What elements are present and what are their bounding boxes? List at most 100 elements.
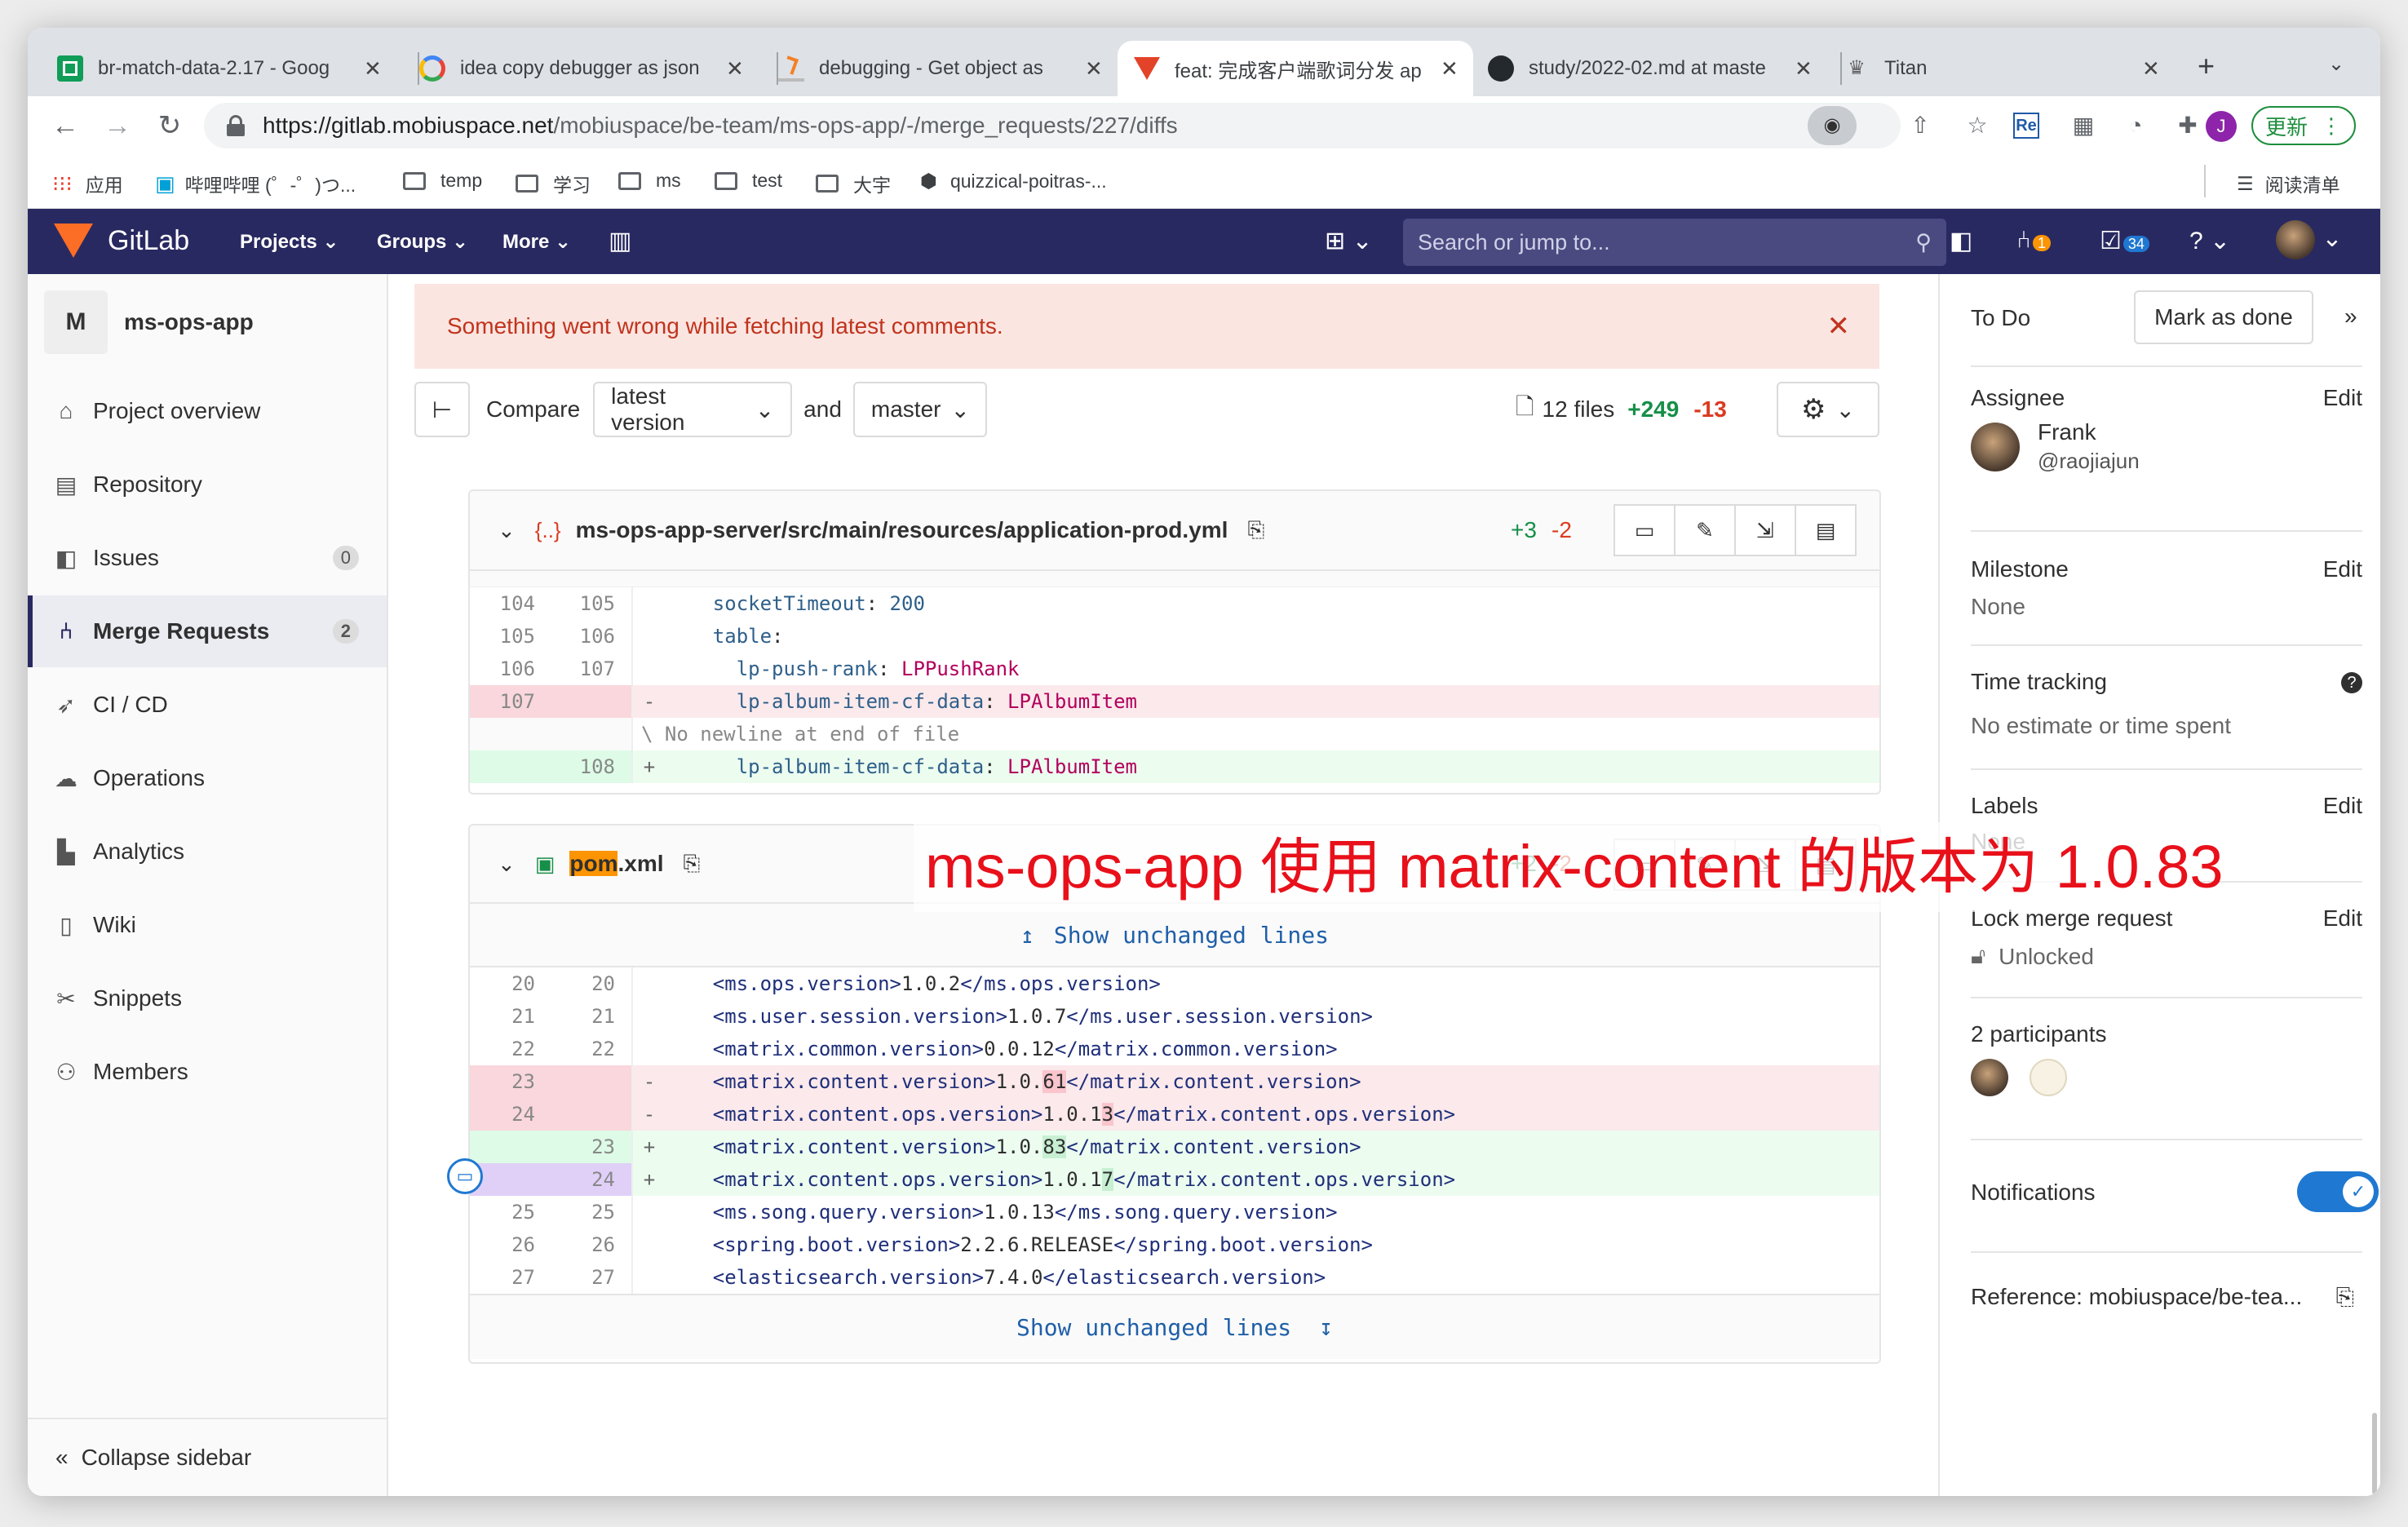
bookmark-quizzical[interactable]: ⬢ quizzical-poitras-... [920,170,1107,193]
bookmark-folder-study[interactable]: 学习 [516,170,591,197]
diff-line: 20 20 <ms.ops.version>1.0.2</ms.ops.versi… [470,967,1879,1000]
raw-file-icon[interactable]: ▤ [1795,504,1857,556]
search-input[interactable]: Search or jump to... ⚲ [1403,219,1946,266]
version-select[interactable]: latest version ⌄ [593,382,793,437]
bookmark-folder-dayu[interactable]: 大宇 [816,170,891,197]
close-tab-icon[interactable]: ✕ [2142,56,2160,82]
browser-tab-active[interactable]: feat: 完成客户端歌词分发 ap ✕ [1118,41,1473,96]
close-alert-icon[interactable]: ✕ [1827,310,1851,343]
browser-tab-6[interactable]: ♛ Titan ✕ [1844,41,2178,96]
help-circle-icon[interactable]: ? [2341,672,2362,693]
merge-requests-nav-icon[interactable]: ⑃ 1 [2016,227,2052,254]
project-sidebar: M ms-ops-app ⌂ Project overview ▤ Reposito… [28,274,388,1496]
collapse-sidebar-button[interactable]: «Collapse sidebar [28,1418,387,1496]
chevron-down-icon[interactable]: ⌄ [498,518,516,543]
bookmark-bilibili[interactable]: ▣ 哔哩哔哩 (゜-゜)つ... [155,170,356,197]
copy-reference-icon[interactable]: ⎘ [2336,1284,2354,1311]
address-bar[interactable]: https://gitlab.mobiuspace.net/mobiuspace… [204,103,1901,148]
close-tab-icon[interactable]: ✕ [726,56,744,82]
view-file-icon[interactable]: ⇲ [1734,504,1796,556]
labels-edit-link[interactable]: Edit [2323,793,2362,819]
edit-pencil-icon[interactable]: ✎ [1674,504,1736,556]
collapse-right-sidebar-icon[interactable]: » [2344,303,2357,330]
bookmark-apps[interactable]: ⁝⁝⁝ 应用 [52,170,123,197]
extension-re-icon[interactable]: Re [2013,113,2039,139]
share-icon[interactable]: ⇧ [1904,109,1937,142]
diff-settings-button[interactable]: ⚙ ⌄ [1777,382,1879,437]
issues-nav-icon[interactable]: ◧ [1950,227,1972,255]
reading-list[interactable]: ☰ 阅读清单 [2237,170,2340,197]
copy-path-icon[interactable]: ⎘ [684,851,701,877]
notifications-toggle[interactable]: ✓ [2297,1171,2379,1212]
assignee-avatar[interactable] [1971,422,2020,471]
sidebar-item-merge-requests[interactable]: ⑃ Merge Requests 2 [28,595,387,667]
close-tab-icon[interactable]: ✕ [364,56,382,82]
nav-more[interactable]: More ⌄ [502,230,571,254]
tab-search-icon[interactable]: ⌄ [2328,52,2344,76]
profile-avatar[interactable]: J [2206,111,2237,142]
show-unchanged-lines-top[interactable]: ↥ Show unchanged lines [470,904,1879,967]
browser-tab-2[interactable]: idea copy debugger as json ✕ [419,41,770,96]
forward-icon[interactable]: → [98,106,137,145]
copy-path-icon[interactable]: ⎘ [1247,517,1264,543]
project-header[interactable]: M ms-ops-app [44,290,254,354]
sidebar-item-analytics[interactable]: ▙ Analytics [28,816,387,887]
bookmark-folder-test[interactable]: test [715,170,782,192]
add-comment-icon[interactable]: ▭ [447,1158,483,1194]
scissors-icon: ✂ [56,985,76,1011]
file-tree-toggle-button[interactable]: ⊢ [414,382,470,437]
assignee-username: @raojiajun [2038,449,2140,473]
user-avatar[interactable]: ⌄ [2276,220,2342,259]
diff-line: 106 107 lp-push-rank: LPPushRank [470,653,1879,685]
mark-as-done-button[interactable]: Mark as done [2134,290,2313,344]
sidebar-item-project-overview[interactable]: ⌂ Project overview [28,375,387,447]
browser-tab-3[interactable]: debugging - Get object as ✕ [778,41,1129,96]
extension-grid-icon[interactable]: ▦ [2067,109,2100,142]
chevron-down-icon[interactable]: ⌄ [498,852,516,877]
extension-timer-icon[interactable]: ◔ [2119,109,2152,142]
file-path[interactable]: pom.xml [569,851,664,877]
participant-avatar[interactable] [2030,1059,2067,1096]
close-tab-icon[interactable]: ✕ [1441,56,1459,82]
gitlab-logo[interactable]: GitLab [54,224,189,258]
sidebar-item-wiki[interactable]: ▯ Wiki [28,889,387,961]
bookmark-folder-temp[interactable]: temp [403,170,482,192]
help-icon[interactable]: ? ⌄ [2189,227,2230,255]
comment-icon[interactable]: ▭ [1613,504,1675,556]
close-tab-icon[interactable]: ✕ [1795,56,1813,82]
sidebar-item-ci-cd[interactable]: ➶ CI / CD [28,669,387,741]
lock-section: Lock merge request Edit 🔓︎ Unlocked [1971,905,2362,969]
update-button[interactable]: 更新 ⋮ [2251,106,2356,145]
todos-nav-icon[interactable]: ☑ 34 [2100,227,2149,255]
milestone-edit-link[interactable]: Edit [2323,556,2362,582]
assignee-edit-link[interactable]: Edit [2323,385,2362,411]
assignee-name[interactable]: Frank [2038,419,2140,445]
bookmark-folder-ms[interactable]: ms [618,170,681,192]
extensions-puzzle-icon[interactable]: ✚ [2171,109,2204,142]
url-text: https://gitlab.mobiuspace.net/mobiuspace… [263,113,1178,138]
back-icon[interactable]: ← [46,106,85,145]
activity-chart-icon[interactable]: ▥ [609,227,631,255]
browser-tab-1[interactable]: br-match-data-2.17 - Goog ✕ [57,41,408,96]
lens-icon[interactable]: ◉ [1808,106,1857,145]
sidebar-item-issues[interactable]: ◧ Issues 0 [28,522,387,594]
file-path[interactable]: ms-ops-app-server/src/main/resources/app… [576,517,1228,543]
browser-tab-5[interactable]: study/2022-02.md at maste ✕ [1488,41,1839,96]
reload-icon[interactable]: ↻ [150,106,189,145]
close-tab-icon[interactable]: ✕ [1085,56,1103,82]
nav-groups[interactable]: Groups ⌄ [377,230,468,254]
sidebar-item-members[interactable]: ⚇ Members [28,1036,387,1108]
nav-projects[interactable]: Projects ⌄ [240,230,339,254]
new-item-icon[interactable]: ⊞ ⌄ [1325,227,1373,255]
target-branch-select[interactable]: master ⌄ [852,382,987,437]
scrollbar[interactable] [2372,1413,2377,1494]
show-unchanged-lines-bottom[interactable]: Show unchanged lines ↧ [470,1294,1879,1359]
new-tab-icon[interactable]: + [2198,49,2215,83]
sidebar-item-snippets[interactable]: ✂ Snippets [28,963,387,1034]
sidebar-item-repository[interactable]: ▤ Repository [28,449,387,520]
folder-icon [618,171,641,190]
participant-avatar[interactable] [1971,1059,2008,1096]
lock-edit-link[interactable]: Edit [2323,905,2362,932]
sidebar-item-operations[interactable]: ☁ Operations [28,742,387,814]
bookmark-star-icon[interactable]: ☆ [1961,109,1994,142]
